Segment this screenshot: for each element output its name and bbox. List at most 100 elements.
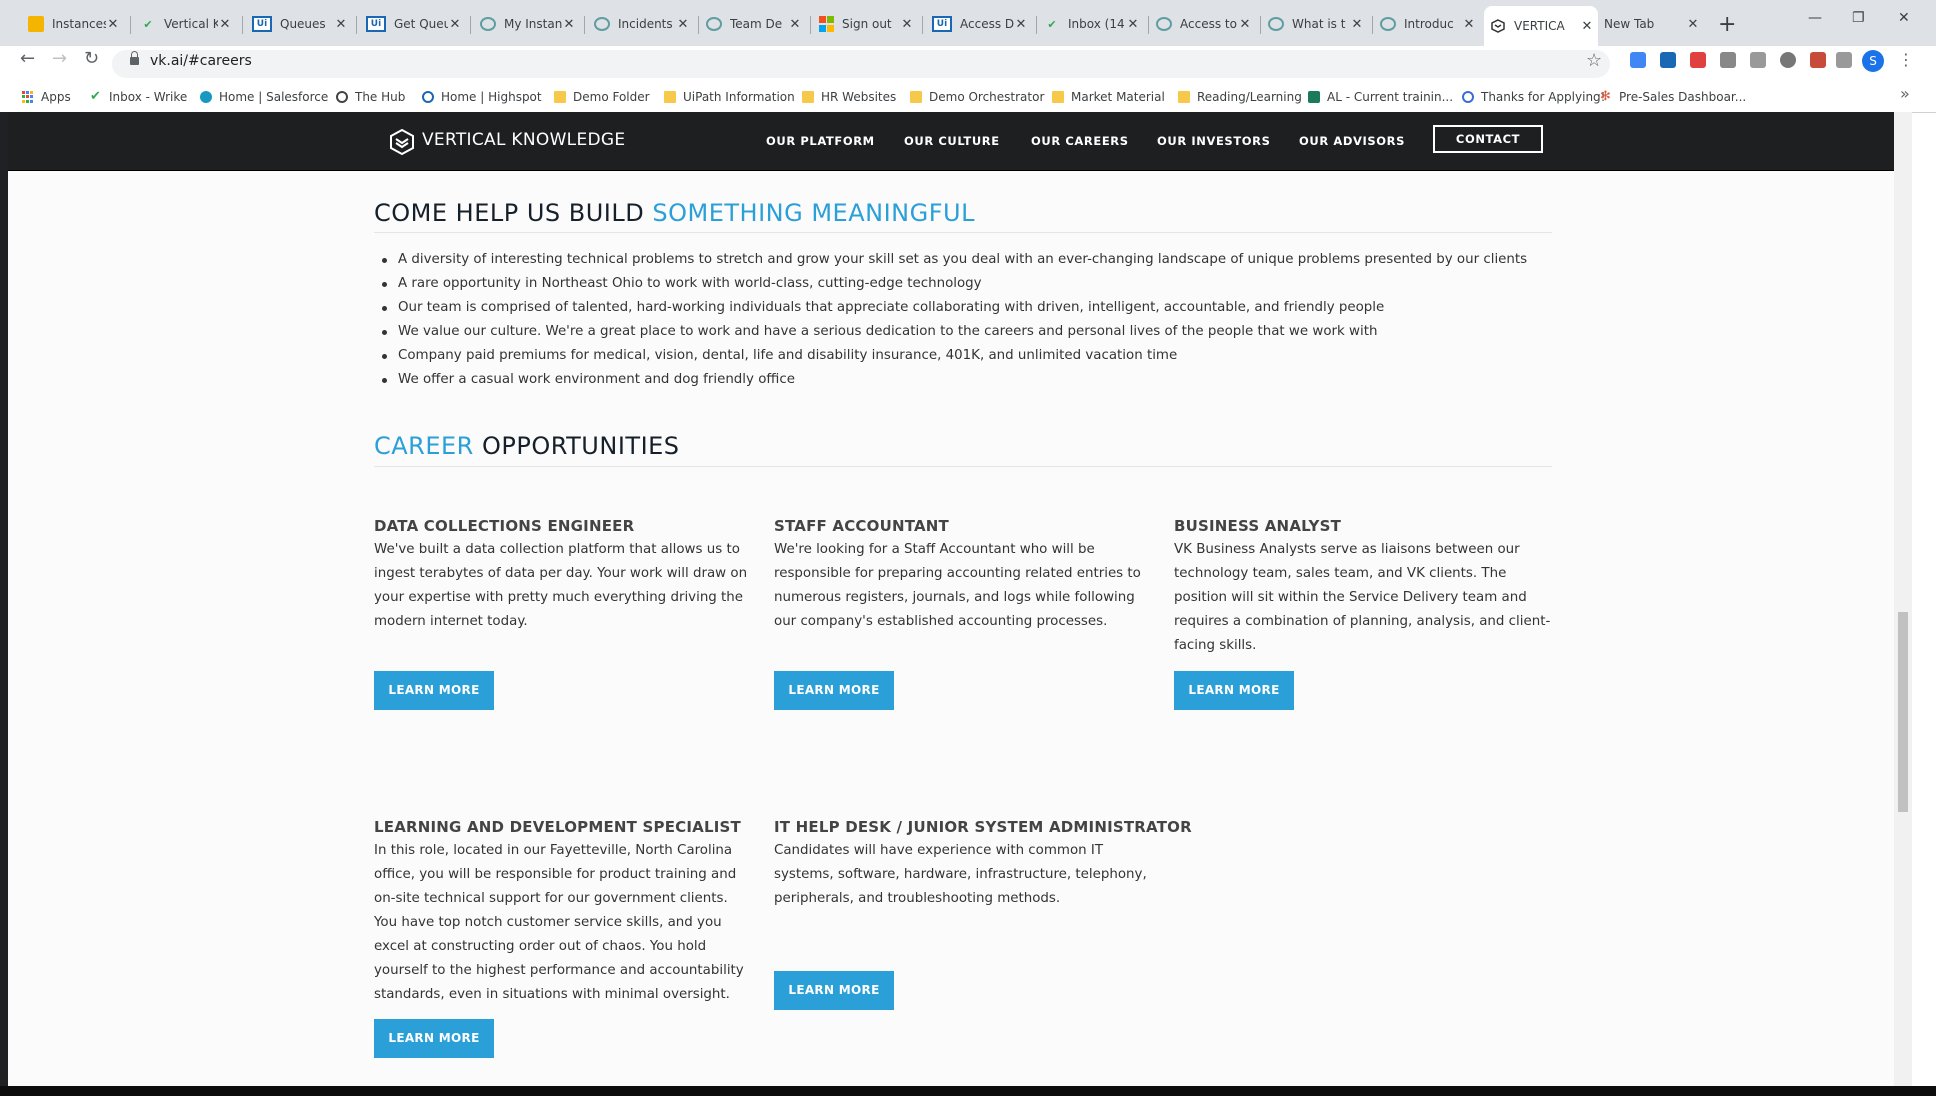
browser-tab[interactable]: ✔ Inbox (14 ✕ xyxy=(1044,11,1144,37)
bookmark-folder[interactable]: Market Material xyxy=(1052,88,1165,106)
browser-tab[interactable]: Ui Get Queu ✕ xyxy=(366,11,466,37)
learn-more-button[interactable]: LEARN MORE xyxy=(774,671,894,710)
circle-icon xyxy=(594,17,610,31)
close-icon[interactable]: ✕ xyxy=(1686,17,1700,32)
bookmark-star-icon[interactable]: ☆ xyxy=(1586,50,1602,71)
job-title: STAFF ACCOUNTANT xyxy=(774,517,949,535)
folder-icon xyxy=(554,91,566,103)
brand-name[interactable]: VERTICAL KNOWLEDGE xyxy=(422,130,625,150)
zoom-extension-icon[interactable] xyxy=(1630,52,1646,68)
close-icon[interactable]: ✕ xyxy=(448,17,462,32)
close-icon[interactable]: ✕ xyxy=(1580,19,1594,34)
bookmark-item[interactable]: Home | Salesforce xyxy=(200,88,328,106)
folder-icon xyxy=(664,91,676,103)
browser-tab[interactable]: Instances ✕ xyxy=(28,11,124,37)
bookmark-folder[interactable]: Reading/Learning xyxy=(1178,88,1302,106)
close-icon[interactable]: ✕ xyxy=(334,17,348,32)
tab-title: Team De xyxy=(730,17,783,31)
browser-tab[interactable]: What is t ✕ xyxy=(1268,11,1368,37)
forward-icon[interactable]: → xyxy=(52,48,67,69)
close-icon[interactable]: ✕ xyxy=(106,17,120,32)
close-icon[interactable]: ✕ xyxy=(788,17,802,32)
menu-icon[interactable]: ⋮ xyxy=(1898,50,1914,69)
close-icon[interactable]: ✕ xyxy=(676,17,690,32)
uipath-extension-icon[interactable] xyxy=(1660,52,1676,68)
close-icon[interactable]: ✕ xyxy=(218,17,232,32)
nav-our-advisors[interactable]: OUR ADVISORS xyxy=(1299,134,1405,148)
job-card: BUSINESS ANALYST VK Business Analysts se… xyxy=(1174,514,1554,658)
nav-our-culture[interactable]: OUR CULTURE xyxy=(904,134,1000,148)
vk-logo-icon[interactable] xyxy=(388,128,416,156)
nav-our-platform[interactable]: OUR PLATFORM xyxy=(766,134,875,148)
bookmark-item[interactable]: Thanks for Applying! xyxy=(1462,88,1605,106)
salesforce-icon xyxy=(200,91,212,103)
contact-button[interactable]: CONTACT xyxy=(1433,125,1543,153)
tab-title: Introduc xyxy=(1404,17,1454,31)
browser-tab[interactable]: My Instan ✕ xyxy=(480,11,580,37)
tab-title: What is t xyxy=(1292,17,1346,31)
close-icon[interactable]: ✕ xyxy=(1462,17,1476,32)
address-bar[interactable] xyxy=(112,50,1610,78)
bookmark-item[interactable]: ✻ Pre-Sales Dashboar... xyxy=(1600,88,1746,106)
learn-more-button[interactable]: LEARN MORE xyxy=(374,1019,494,1058)
learn-more-button[interactable]: LEARN MORE xyxy=(1174,671,1294,710)
reload-icon[interactable]: ↻ xyxy=(84,48,99,69)
extension-icon[interactable] xyxy=(1780,52,1796,68)
nav-our-careers[interactable]: OUR CAREERS xyxy=(1031,134,1129,148)
browser-tab[interactable]: Access to ✕ xyxy=(1156,11,1256,37)
restore-icon[interactable]: ❐ xyxy=(1852,10,1865,26)
browser-tab[interactable]: Ui Access D ✕ xyxy=(932,11,1032,37)
close-icon[interactable]: ✕ xyxy=(562,17,576,32)
bookmark-item[interactable]: The Hub xyxy=(336,88,405,106)
back-icon[interactable]: ← xyxy=(20,48,35,69)
close-icon[interactable]: ✕ xyxy=(1238,17,1252,32)
minimize-icon[interactable]: — xyxy=(1808,10,1822,26)
bookmark-folder[interactable]: Demo Folder xyxy=(554,88,650,106)
nav-our-investors[interactable]: OUR INVESTORS xyxy=(1157,134,1270,148)
bookmark-folder[interactable]: HR Websites xyxy=(802,88,896,106)
scrollbar-thumb[interactable] xyxy=(1898,612,1908,812)
circle-icon xyxy=(1268,17,1284,31)
browser-tab[interactable]: Sign out ✕ xyxy=(818,11,918,37)
learn-more-button[interactable]: LEARN MORE xyxy=(374,671,494,710)
pdf-extension-icon[interactable] xyxy=(1810,52,1826,68)
tab-title: My Instan xyxy=(504,17,562,31)
uipath-icon: Ui xyxy=(252,16,272,32)
extension-icon[interactable] xyxy=(1720,52,1736,68)
bookmark-item[interactable]: ✔ Inbox - Wrike xyxy=(90,88,187,106)
browser-tab[interactable]: Ui Queues ✕ xyxy=(252,11,352,37)
page-scrollbar[interactable] xyxy=(1894,112,1912,1086)
tab-title: Instances xyxy=(52,17,106,31)
browser-tab[interactable]: Incidents ✕ xyxy=(594,11,694,37)
extension-icon[interactable] xyxy=(1750,52,1766,68)
learn-more-button[interactable]: LEARN MORE xyxy=(774,971,894,1010)
browser-tab[interactable]: New Tab ✕ xyxy=(1604,11,1704,37)
url-text[interactable]: vk.ai/#careers xyxy=(150,53,252,69)
folder-icon xyxy=(1052,91,1064,103)
checkmark-icon: ✔ xyxy=(90,89,101,104)
profile-avatar[interactable]: S xyxy=(1862,50,1884,72)
close-icon[interactable]: ✕ xyxy=(900,17,914,32)
bookmark-item[interactable]: Home | Highspot xyxy=(422,88,542,106)
close-icon[interactable]: ✕ xyxy=(1350,17,1364,32)
browser-tab[interactable]: Team De ✕ xyxy=(706,11,806,37)
bookmark-folder[interactable]: Demo Orchestrator xyxy=(910,88,1044,106)
bookmark-apps[interactable]: Apps xyxy=(22,88,71,106)
more-bookmarks-icon[interactable]: » xyxy=(1900,84,1910,103)
list-item: A rare opportunity in Northeast Ohio to … xyxy=(380,272,1527,296)
job-description: VK Business Analysts serve as liaisons b… xyxy=(1174,542,1551,653)
bookmark-item[interactable]: AL - Current trainin... xyxy=(1308,88,1453,106)
job-description: We're looking for a Staff Accountant who… xyxy=(774,542,1141,629)
browser-tab[interactable]: ✔ Vertical K ✕ xyxy=(140,11,236,37)
job-title: IT HELP DESK / JUNIOR SYSTEM ADMINISTRAT… xyxy=(774,818,1192,836)
browser-tab-active[interactable]: VERTICA ✕ xyxy=(1484,6,1598,46)
extension-icon[interactable] xyxy=(1690,52,1706,68)
browser-tab[interactable]: Introduc ✕ xyxy=(1380,11,1480,37)
close-icon[interactable]: ✕ xyxy=(1126,17,1140,32)
section-title-careers: CAREER OPPORTUNITIES xyxy=(374,432,680,460)
extension-icon[interactable] xyxy=(1836,52,1852,68)
bookmark-folder[interactable]: UiPath Information xyxy=(664,88,795,106)
window-close-icon[interactable]: ✕ xyxy=(1898,10,1910,26)
new-tab-icon[interactable]: + xyxy=(1718,12,1736,37)
close-icon[interactable]: ✕ xyxy=(1014,17,1028,32)
